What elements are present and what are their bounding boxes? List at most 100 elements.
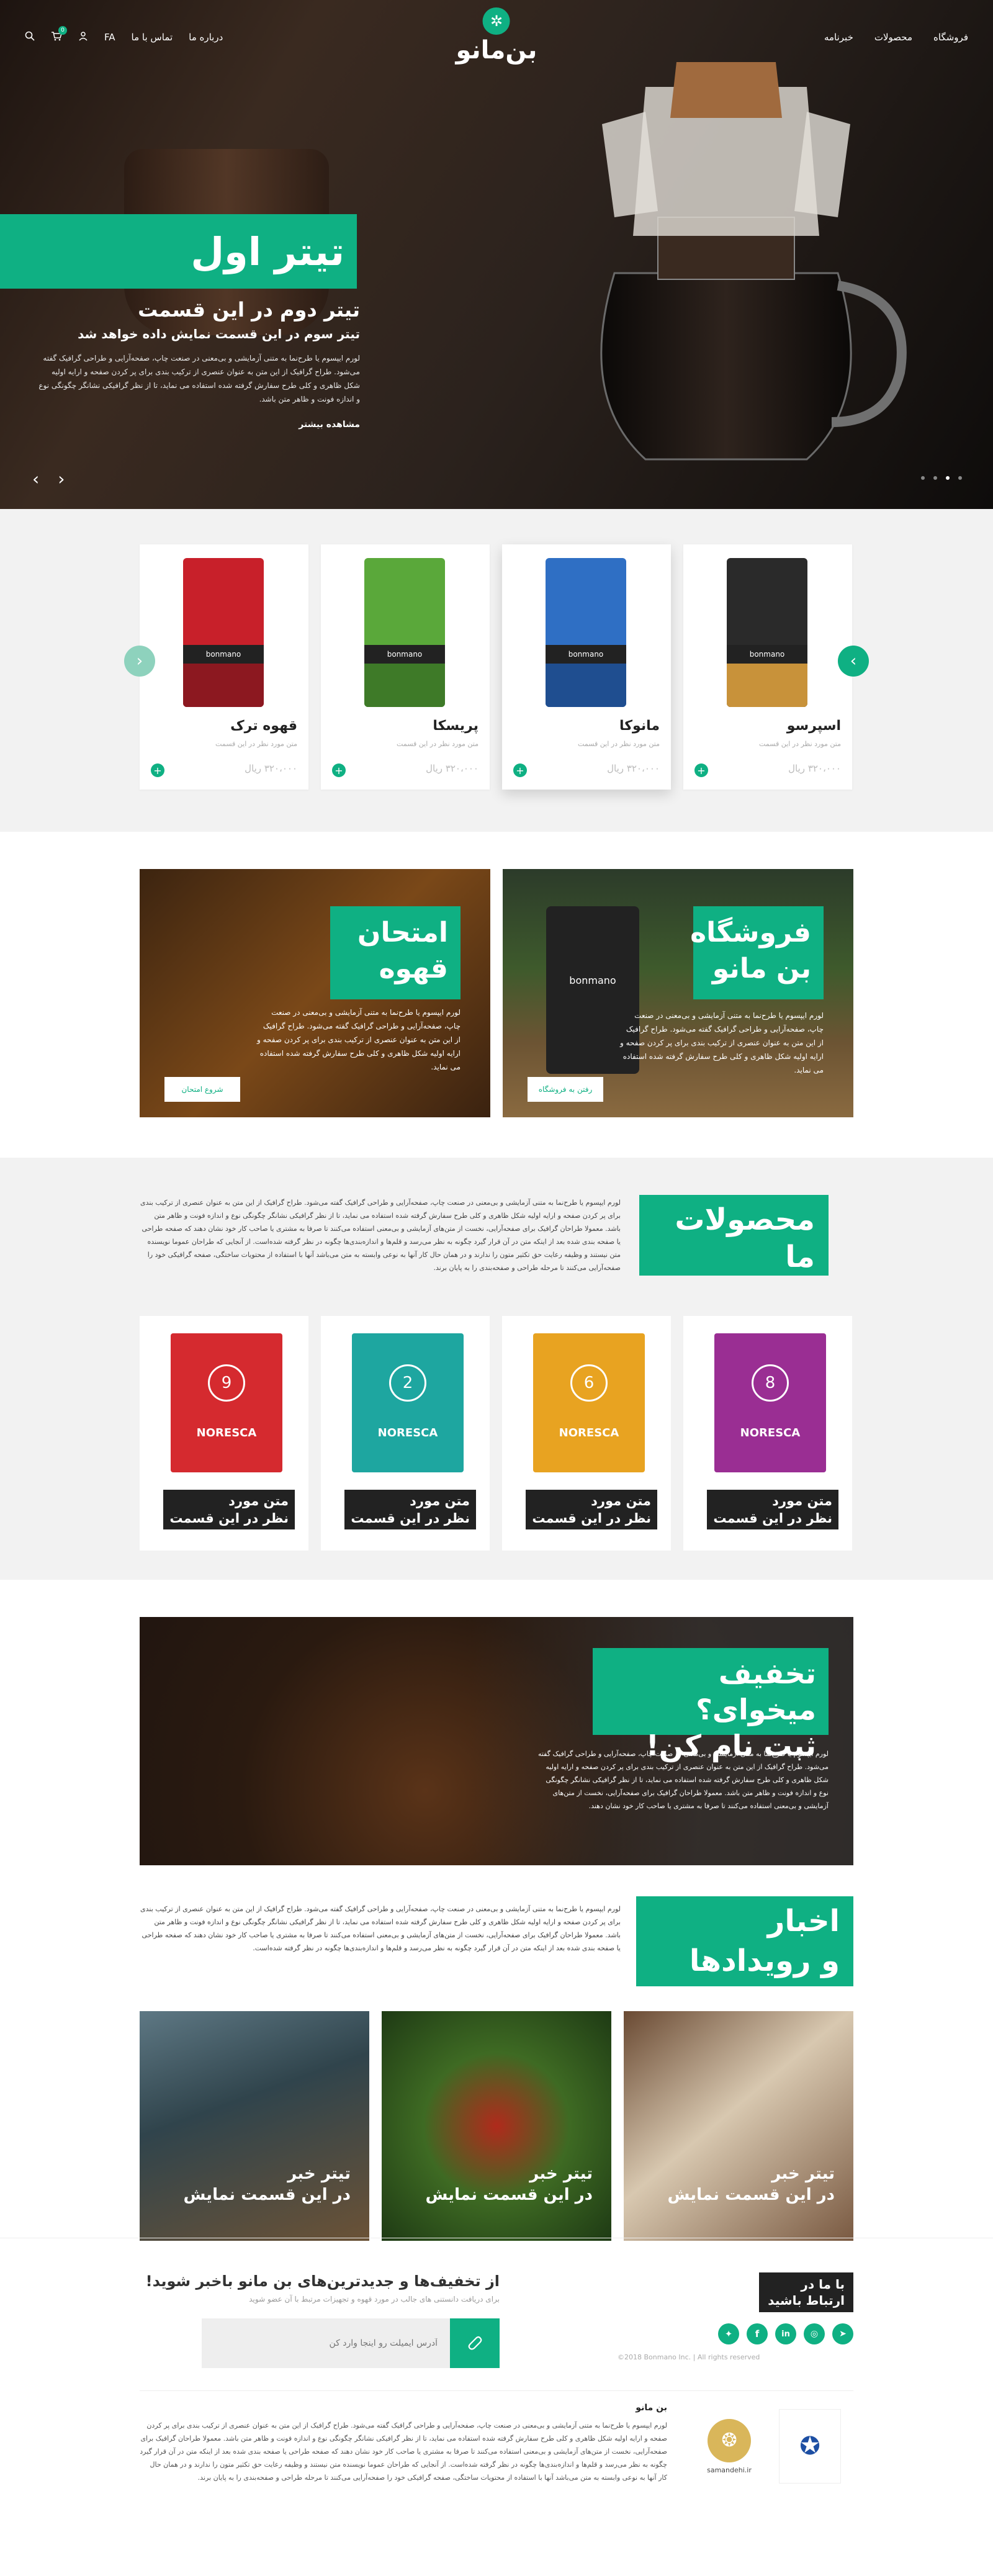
product-card[interactable]: bonmano پریسکا متن مورد نظر در این قسمت …	[321, 544, 490, 790]
our-products-text: لورم ایپسوم یا طرح‌نما به متنی آزمایشی و…	[140, 1199, 621, 1272]
user-icon[interactable]	[78, 31, 88, 43]
product-name: قهوه ترک	[230, 718, 297, 734]
sachet-image: 6 NORESCA	[533, 1333, 645, 1472]
samandehi-emblem-icon: ❂	[708, 2418, 751, 2462]
hero-subtitle: تیتر دوم در این قسمت	[138, 298, 360, 322]
hero-dot[interactable]	[921, 476, 925, 480]
discount-title: تخفیف میخوای؟ ثبت نام کن!	[593, 1648, 829, 1762]
label-line: نظر در این قسمت	[532, 1511, 651, 1526]
hero-pagination	[921, 476, 962, 480]
hero-title: تیتر اول	[191, 228, 344, 274]
instagram-icon[interactable]: ◎	[804, 2323, 825, 2344]
hero-dot[interactable]	[933, 476, 937, 480]
title-line: در این قسمت نمایش	[183, 2186, 351, 2204]
start-quiz-button[interactable]: شروع امتحان	[164, 1077, 240, 1102]
facebook-icon[interactable]: f	[747, 2323, 768, 2344]
hero-dot[interactable]	[958, 476, 962, 480]
product-bag-image: bonmano	[546, 558, 626, 707]
title-line: با ما در	[801, 2277, 845, 2292]
title-line: و رویدادها	[689, 1943, 840, 1978]
title-line: اخبار	[767, 1904, 840, 1939]
sachet-label: متن مورد نظر در این قسمت	[707, 1490, 838, 1529]
newsletter-title: از تخفیف‌ها و جدیدترین‌های بن مانو باخبر…	[145, 2272, 500, 2290]
product-sachet-card[interactable]: 6 NORESCA متن مورد نظر در این قسمت	[502, 1316, 671, 1551]
our-products-title: محصولات ما	[639, 1195, 829, 1276]
cart-icon[interactable]: 0	[51, 26, 67, 43]
enamad-badge[interactable]: ✪	[779, 2409, 841, 2484]
add-to-cart-icon[interactable]: +	[694, 763, 708, 777]
carousel-prev-icon[interactable]: ‹	[124, 646, 155, 677]
nav-item-about[interactable]: درباره ما	[189, 32, 223, 43]
discount-banner[interactable]: تخفیف میخوای؟ ثبت نام کن! لورم ایپسوم یا…	[140, 1617, 853, 1865]
product-card[interactable]: bonmano اسپرسو متن مورد نظر در این قسمت …	[683, 544, 852, 790]
nav-item-newsletter[interactable]: خبرنامه	[824, 32, 853, 43]
news-card[interactable]: تیتر خبر در این قسمت نمایش	[624, 2011, 853, 2241]
product-sachet-card[interactable]: 2 NORESCA متن مورد نظر در این قسمت	[321, 1316, 490, 1551]
hero-slider: فروشگاه محصولات خبرنامه درباره ما تماس ب…	[0, 0, 993, 509]
sachet-number: 2	[389, 1364, 426, 1402]
shop-tile-title: فروشگاه بن مانو	[690, 906, 824, 999]
search-icon[interactable]	[25, 31, 35, 43]
news-card[interactable]: تیتر خبر در این قسمت نمایش	[382, 2011, 611, 2241]
add-to-cart-icon[interactable]: +	[332, 763, 346, 777]
label-line: نظر در این قسمت	[169, 1511, 289, 1526]
hero-more-link[interactable]: مشاهده بیشتر	[37, 420, 360, 430]
news-card[interactable]: تیتر خبر در این قسمت نمایش	[140, 2011, 369, 2241]
samandehi-badge[interactable]: ❂ samandehi.ir	[698, 2409, 760, 2484]
footer: با ما در ارتباط باشید ➤ ◎ in f ✦ ©2018 B…	[0, 2238, 993, 2557]
sachet-number: 8	[752, 1364, 789, 1402]
footer-divider	[140, 2390, 853, 2391]
label-line: متن مورد	[410, 1493, 470, 1508]
coffee-quiz-tile[interactable]: امتحان قهوه لورم ایپسوم یا طرح‌نما به مت…	[140, 869, 490, 1117]
newsletter-form	[140, 2318, 500, 2368]
title-line: ما	[785, 1240, 815, 1274]
sachet-number: 9	[208, 1364, 245, 1402]
twitter-icon[interactable]: ✦	[718, 2323, 739, 2344]
product-sachet-card[interactable]: 8 NORESCA متن مورد نظر در این قسمت	[683, 1316, 852, 1551]
product-sachet-card[interactable]: 9 NORESCA متن مورد نظر در این قسمت	[140, 1316, 308, 1551]
telegram-icon[interactable]: ➤	[832, 2323, 853, 2344]
label-line: متن مورد	[772, 1493, 832, 1508]
hero-next-icon[interactable]: ›	[58, 469, 65, 489]
subscribe-button[interactable]	[450, 2318, 500, 2368]
carousel-next-icon[interactable]: ›	[838, 646, 869, 677]
title-line: امتحان	[357, 917, 448, 948]
social-icons: ➤ ◎ in f ✦	[618, 2323, 853, 2344]
product-name: پریسکا	[433, 718, 479, 734]
news-card-title: تیتر خبر در این قسمت نمایش	[426, 2163, 593, 2205]
bag-brand-label: bonmano	[364, 645, 445, 664]
sachet-image: 2 NORESCA	[352, 1333, 464, 1472]
product-desc: متن مورد نظر در این قسمت	[578, 740, 660, 748]
our-products-section: محصولات ما لورم ایپسوم یا طرح‌نما به متن…	[0, 1158, 993, 1580]
contact-title: با ما در ارتباط باشید	[759, 2272, 853, 2312]
add-to-cart-icon[interactable]: +	[151, 763, 164, 777]
hero-prev-icon[interactable]: ‹	[32, 469, 39, 489]
news-card-title: تیتر خبر در این قسمت نمایش	[184, 2163, 351, 2205]
product-card-active[interactable]: bonmano مانوکا متن مورد نظر در این قسمت …	[502, 544, 671, 790]
hero-dot-active[interactable]	[946, 476, 950, 480]
linkedin-icon[interactable]: in	[775, 2323, 796, 2344]
news-list: تیتر خبر در این قسمت نمایش تیتر خبر در این…	[140, 2011, 853, 2241]
newsletter-block: از تخفیف‌ها و جدیدترین‌های بن مانو باخبر…	[140, 2272, 500, 2368]
product-desc: متن مورد نظر در این قسمت	[397, 740, 479, 748]
hero-text-block: تیتر دوم در این قسمت تیتر سوم در این قسم…	[37, 298, 360, 430]
product-price: ۳۲۰،۰۰۰ ریال	[245, 763, 297, 774]
sachet-brand: NORESCA	[196, 1426, 257, 1439]
go-to-shop-button[interactable]: رفتن به فروشگاه	[528, 1077, 603, 1102]
about-title: بن مانو	[636, 2403, 667, 2413]
label-line: نظر در این قسمت	[351, 1511, 470, 1526]
nav-item-shop[interactable]: فروشگاه	[933, 32, 968, 43]
featured-products-section: bonmano قهوه ترک متن مورد نظر در این قسم…	[0, 509, 993, 832]
nav-item-contact[interactable]: تماس با ما	[132, 32, 173, 43]
product-sachet-list: 9 NORESCA متن مورد نظر در این قسمت 2 NORESC…	[140, 1316, 853, 1551]
nav-item-products[interactable]: محصولات	[874, 32, 912, 43]
shop-tile[interactable]: bonmano فروشگاه بن مانو لورم ایپسوم یا ط…	[503, 869, 853, 1117]
product-price: ۳۲۰،۰۰۰ ریال	[607, 763, 660, 774]
hero-description: لورم ایپسوم یا طرح‌نما به متنی آزمایشی و…	[38, 354, 360, 403]
email-input[interactable]	[202, 2318, 450, 2368]
title-line: در این قسمت نمایش	[667, 2186, 835, 2204]
product-card[interactable]: bonmano قهوه ترک متن مورد نظر در این قسم…	[140, 544, 308, 790]
label-line: متن مورد	[591, 1493, 651, 1508]
language-switch[interactable]: FA	[104, 32, 115, 43]
add-to-cart-icon[interactable]: +	[513, 763, 527, 777]
